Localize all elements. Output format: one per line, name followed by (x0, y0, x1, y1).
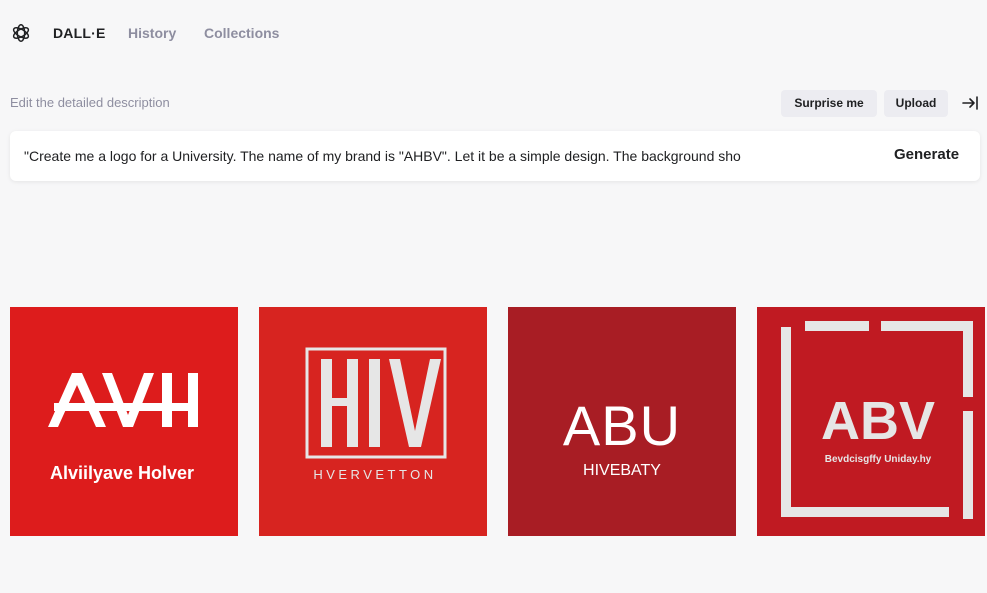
prompt-input[interactable]: "Create me a logo for a University. The … (24, 147, 872, 165)
logo-wordmark: Bevdcisgffy Uniday.hy (825, 454, 932, 465)
monogram-graphic-2 (305, 347, 447, 459)
logo-monogram: ABU (563, 394, 681, 457)
nav-history-link[interactable]: History (128, 24, 176, 42)
result-image-2[interactable]: HVERVETTON (259, 307, 487, 536)
nav-brand-dalle[interactable]: DALL·E (53, 24, 106, 42)
nav-collections-link[interactable]: Collections (204, 24, 279, 42)
logo-wordmark: HVERVETTON (313, 467, 436, 482)
logo-wordmark: Alviilyave Holver (50, 463, 194, 483)
prompt-input-bar: "Create me a logo for a University. The … (10, 131, 980, 181)
app-root: DALL·E History Collections Edit the deta… (0, 0, 987, 593)
result-image-3[interactable]: ABU HIVEBATY (508, 307, 736, 536)
logo-wordmark: HIVEBATY (583, 462, 661, 479)
top-nav: DALL·E History Collections (0, 0, 987, 66)
openai-logo-icon[interactable] (10, 22, 32, 44)
upload-button[interactable]: Upload (884, 90, 948, 117)
result-image-4[interactable]: ABV Bevdcisgffy Uniday.hy (757, 307, 985, 536)
generate-button[interactable]: Generate (894, 146, 959, 163)
prompt-hint-label: Edit the detailed description (10, 95, 170, 110)
surprise-me-button[interactable]: Surprise me (781, 90, 877, 117)
result-image-1[interactable]: Alviilyave Holver (10, 307, 238, 536)
arrow-right-to-line-icon[interactable] (960, 93, 980, 113)
logo-monogram: ABV (821, 391, 935, 451)
monogram-graphic-1 (48, 373, 198, 427)
